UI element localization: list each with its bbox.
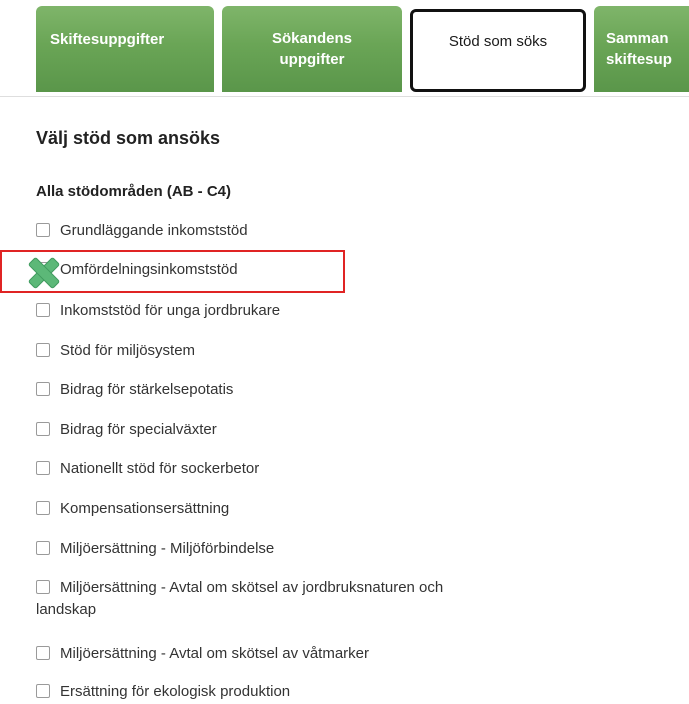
option-vatmarker[interactable]: Miljöersättning - Avtal om skötsel av vå… bbox=[36, 643, 369, 665]
tab-skiftesuppgifter[interactable]: Skiftesuppgifter bbox=[36, 6, 214, 92]
checkbox[interactable] bbox=[36, 382, 50, 396]
group-title: Alla stödområden (AB - C4) bbox=[36, 183, 232, 200]
option-jordbruksnaturen-landskap[interactable]: Miljöersättning - Avtal om skötsel av jo… bbox=[36, 577, 596, 599]
page: Skiftesuppgifter Sökandens uppgifter Stö… bbox=[0, 0, 689, 704]
option-specialvaxter[interactable]: Bidrag för specialväxter bbox=[36, 419, 217, 441]
checkbox[interactable] bbox=[36, 422, 50, 436]
option-stod-miljosystem[interactable]: Stöd för miljösystem bbox=[36, 340, 195, 362]
option-label: Inkomststöd för unga jordbrukare bbox=[60, 302, 281, 319]
option-label: Miljöersättning - Avtal om skötsel av vå… bbox=[60, 645, 370, 662]
option-grundlaggande-inkomststod[interactable]: Grundläggande inkomststöd bbox=[36, 220, 248, 242]
checkbox[interactable] bbox=[36, 461, 50, 475]
tab-bar: Skiftesuppgifter Sökandens uppgifter Stö… bbox=[0, 0, 689, 96]
tab-label: uppgifter bbox=[279, 51, 345, 68]
tab-label: Sökandens bbox=[271, 30, 353, 47]
option-kompensationsersattning[interactable]: Kompensationsersättning bbox=[36, 498, 229, 520]
option-inkomststod-unga-jordbrukare[interactable]: Inkomststöd för unga jordbrukare bbox=[36, 300, 280, 322]
checkbox[interactable] bbox=[36, 580, 50, 594]
checkbox[interactable] bbox=[36, 303, 50, 317]
option-ekologisk-produktion[interactable]: Ersättning för ekologisk produktion bbox=[36, 681, 290, 703]
tab-stod-som-soks[interactable]: Stöd som söks bbox=[410, 9, 586, 92]
tab-label: skiftesup bbox=[606, 51, 672, 68]
x-mark-icon bbox=[28, 257, 60, 289]
checkbox[interactable] bbox=[36, 541, 50, 555]
tab-divider bbox=[0, 96, 689, 97]
checkbox[interactable] bbox=[36, 684, 50, 698]
option-label: Nationellt stöd för sockerbetor bbox=[60, 460, 260, 477]
tab-label: Skiftesuppgifter bbox=[50, 31, 165, 48]
checkbox[interactable] bbox=[36, 223, 50, 237]
option-label: Bidrag för specialväxter bbox=[60, 421, 217, 438]
checkbox[interactable] bbox=[36, 646, 50, 660]
option-sockerbetor[interactable]: Nationellt stöd för sockerbetor bbox=[36, 458, 259, 480]
tab-label: Samman bbox=[606, 30, 669, 47]
checkbox[interactable] bbox=[36, 343, 50, 357]
option-label: Kompensationsersättning bbox=[60, 500, 230, 517]
tab-label: Stöd som söks bbox=[448, 33, 548, 50]
option-label: Grundläggande inkomststöd bbox=[60, 222, 248, 239]
option-label: landskap bbox=[36, 601, 97, 618]
option-label: Bidrag för stärkelsepotatis bbox=[60, 381, 234, 398]
option-label: Stöd för miljösystem bbox=[60, 342, 196, 359]
section-title: Välj stöd som ansöks bbox=[36, 128, 221, 148]
tab-sammandrag[interactable]: Samman skiftesup bbox=[594, 6, 689, 92]
option-label: Miljöersättning - Miljöförbindelse bbox=[60, 540, 275, 557]
option-starkelsepotatis[interactable]: Bidrag för stärkelsepotatis bbox=[36, 379, 233, 401]
tab-sokandens-uppgifter[interactable]: Sökandens uppgifter bbox=[222, 6, 402, 92]
option-label-continuation: landskap bbox=[36, 599, 96, 621]
option-label: Ersättning för ekologisk produktion bbox=[60, 683, 291, 700]
checkbox[interactable] bbox=[36, 501, 50, 515]
option-label: Miljöersättning - Avtal om skötsel av jo… bbox=[60, 579, 444, 596]
option-miljoforbindelse[interactable]: Miljöersättning - Miljöförbindelse bbox=[36, 538, 274, 560]
